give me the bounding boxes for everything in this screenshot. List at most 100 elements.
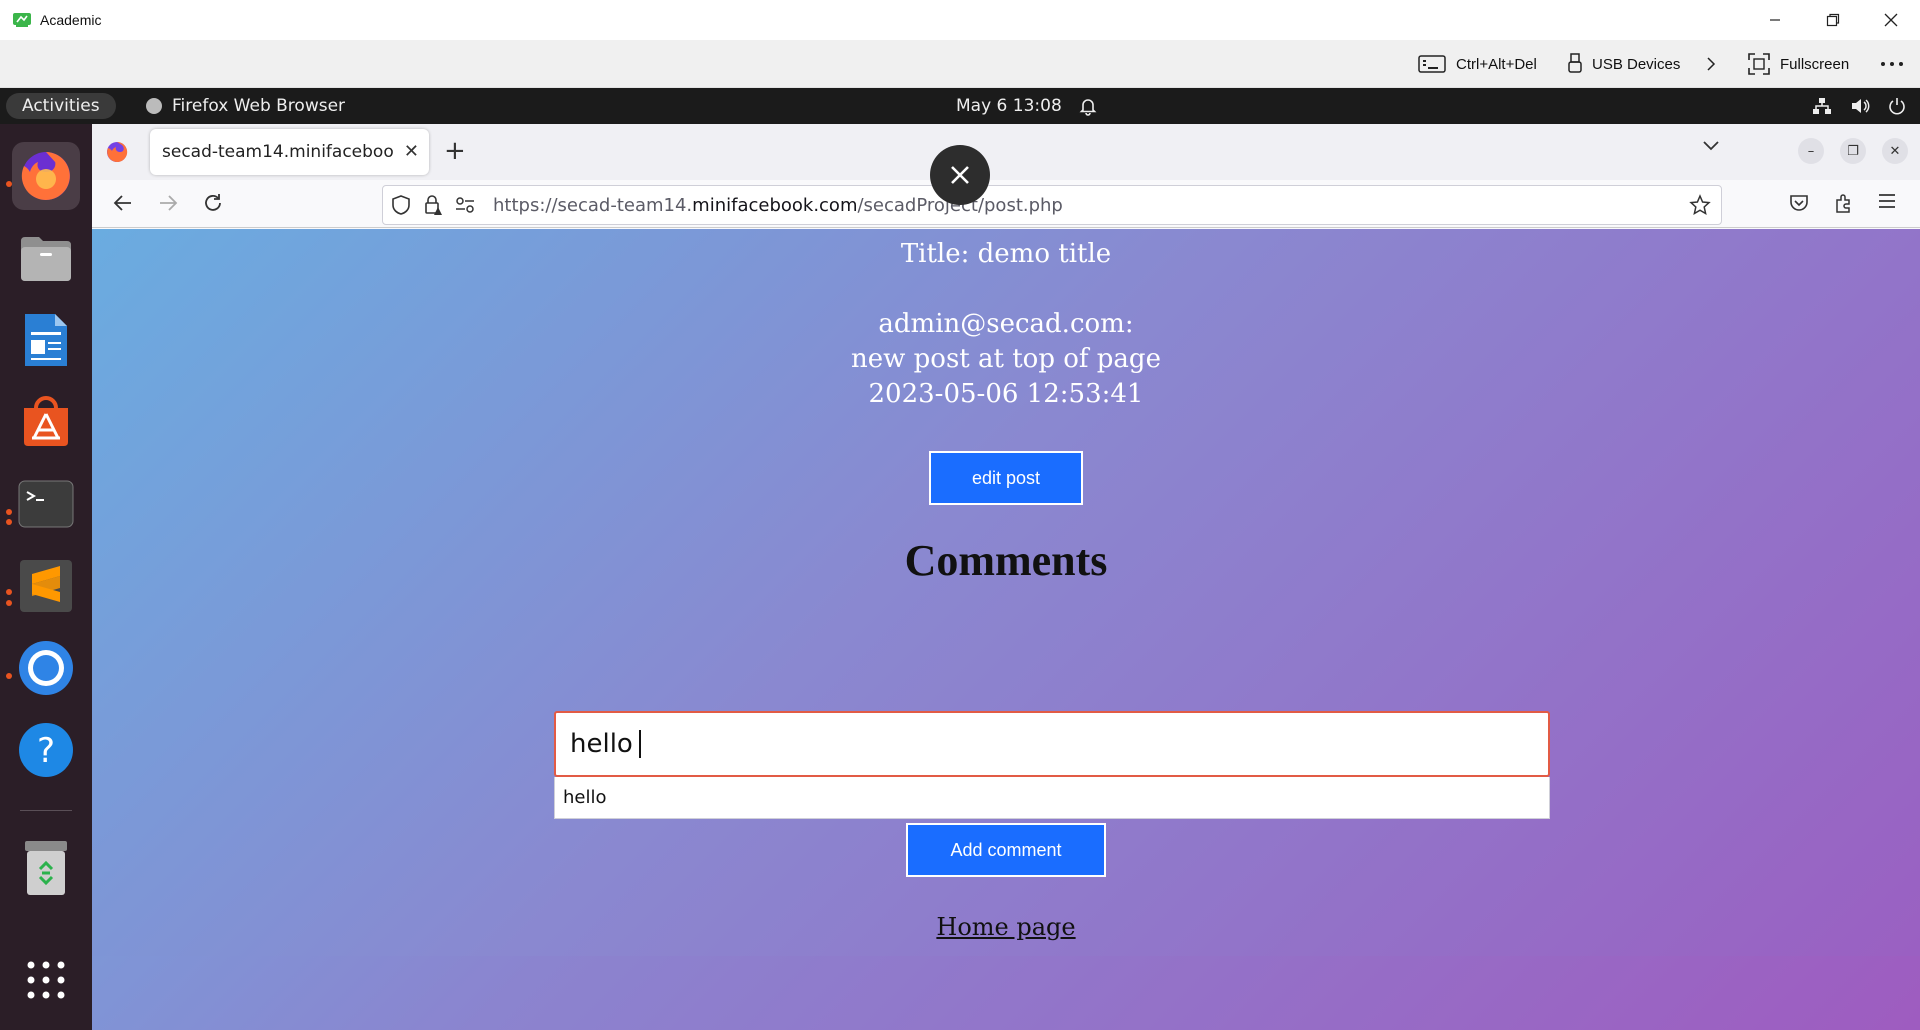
ctrl-alt-del-button[interactable]: Ctrl+Alt+Del (1418, 40, 1537, 88)
svg-text:?: ? (37, 731, 55, 771)
overlay-close-button[interactable] (930, 145, 990, 205)
volume-icon (1852, 99, 1870, 113)
app-menu-label: Firefox Web Browser (172, 96, 346, 116)
usb-icon (1568, 53, 1582, 73)
minimize-icon (1770, 19, 1780, 21)
post-body: new post at top of page (851, 344, 1161, 374)
pocket-icon[interactable] (1788, 192, 1810, 214)
ff-minimize-button[interactable]: – (1798, 138, 1824, 164)
firefox-view-icon[interactable] (106, 141, 128, 163)
show-apps-icon (27, 961, 65, 999)
ctrl-alt-del-label: Ctrl+Alt+Del (1456, 55, 1537, 73)
edit-post-button[interactable]: edit post (929, 451, 1083, 505)
ff-restore-button[interactable]: ❐ (1840, 138, 1866, 164)
writer-icon (25, 314, 67, 366)
tab-active[interactable]: secad-team14.minifacebook ✕ (150, 129, 429, 175)
add-comment-button[interactable]: Add comment (906, 823, 1106, 877)
shield-icon[interactable] (391, 194, 411, 216)
comment-input-value: hello (570, 729, 633, 759)
bell-icon[interactable] (1078, 96, 1098, 116)
close-icon (1884, 13, 1898, 27)
text-caret (638, 730, 641, 758)
close-window-button[interactable] (1862, 0, 1920, 40)
permissions-icon[interactable] (455, 197, 475, 213)
nav-bar: https://secad-team14.minifacebook.com/se… (92, 180, 1920, 228)
close-icon: ✕ (1889, 143, 1901, 159)
chromium-icon (19, 641, 73, 695)
list-all-tabs-icon[interactable] (1702, 140, 1720, 152)
system-tray[interactable] (1812, 88, 1906, 124)
usb-devices-label: USB Devices (1592, 55, 1681, 73)
fullscreen-icon (1748, 53, 1770, 75)
dock-app-center[interactable] (12, 388, 80, 456)
ff-close-button[interactable]: ✕ (1882, 138, 1908, 164)
terminal-icon (18, 480, 74, 528)
dock-help[interactable]: ? (12, 716, 80, 784)
clock[interactable]: May 6 13:08 (956, 88, 1062, 124)
app-menu[interactable]: Firefox Web Browser (146, 88, 345, 124)
dock-files[interactable] (12, 224, 80, 292)
host-titlebar: Academic (0, 0, 1920, 40)
autocomplete-suggestion[interactable]: hello (554, 777, 1550, 819)
post-author: admin@secad.com: (878, 309, 1134, 339)
comment-input[interactable]: hello (554, 711, 1550, 777)
reload-icon[interactable] (202, 192, 224, 214)
app-center-icon (24, 396, 68, 446)
keyboard-icon (1418, 55, 1446, 73)
page-viewport: Title: demo title admin@secad.com: new p… (92, 229, 1920, 1030)
restore-button[interactable] (1804, 0, 1862, 40)
fullscreen-button[interactable]: Fullscreen (1748, 40, 1849, 88)
dock-firefox[interactable] (12, 142, 80, 210)
post-date: 2023-05-06 12:53:41 (868, 379, 1144, 409)
chevron-right-icon (1707, 57, 1716, 71)
close-icon (951, 166, 969, 184)
hamburger-menu-icon[interactable] (1877, 192, 1897, 210)
help-icon: ? (19, 723, 73, 777)
restore-icon (1826, 13, 1840, 27)
bookmark-star-icon[interactable] (1689, 194, 1711, 216)
toolbar-more-chevron[interactable] (1705, 40, 1727, 88)
dock-trash[interactable] (12, 834, 80, 902)
sublime-text-icon (20, 560, 72, 612)
back-icon[interactable] (112, 192, 134, 214)
usb-devices-button[interactable]: USB Devices (1568, 40, 1680, 88)
tab-close-icon[interactable]: ✕ (404, 141, 419, 162)
new-tab-button[interactable]: + (444, 136, 466, 166)
forward-icon[interactable] (157, 192, 179, 214)
power-icon (1889, 98, 1905, 115)
dock-show-apps[interactable] (12, 946, 80, 1014)
gnome-top-bar: Activities Firefox Web Browser May 6 13:… (0, 88, 1920, 124)
firefox-icon (21, 152, 70, 200)
url-prefix: https://secad-team14. (493, 194, 693, 216)
network-icon (1813, 98, 1831, 114)
tab-bar: secad-team14.minifacebook ✕ + – ❐ ✕ (92, 124, 1920, 180)
dock: ? (0, 124, 92, 1030)
page-content: Title: demo title admin@secad.com: new p… (92, 229, 1920, 956)
more-options-button[interactable] (1880, 40, 1914, 88)
dock-sublime[interactable] (12, 552, 80, 620)
post-title: Title: demo title (900, 239, 1112, 269)
extensions-icon[interactable] (1833, 192, 1855, 214)
dock-separator (20, 810, 72, 811)
firefox-window: secad-team14.minifacebook ✕ + – ❐ ✕ http… (92, 124, 1920, 1030)
fullscreen-label: Fullscreen (1780, 55, 1850, 73)
minimize-button[interactable] (1746, 0, 1804, 40)
files-icon (21, 237, 71, 281)
host-toolbar: Ctrl+Alt+Del USB Devices Fullscreen (0, 40, 1920, 88)
tab-title: secad-team14.minifacebook (162, 142, 394, 162)
trash-icon (25, 841, 67, 895)
comments-heading: Comments (904, 536, 1108, 585)
academic-app-icon (13, 13, 31, 27)
lock-warning-icon[interactable] (423, 194, 443, 216)
activities-button[interactable]: Activities (6, 93, 116, 119)
dock-terminal[interactable] (12, 470, 80, 538)
host-window-title: Academic (40, 12, 102, 28)
restore-icon: ❐ (1847, 143, 1859, 159)
url-bar[interactable]: https://secad-team14.minifacebook.com/se… (382, 185, 1722, 225)
home-page-link[interactable]: Home page (92, 913, 1920, 941)
dock-writer[interactable] (12, 306, 80, 374)
dock-chromium[interactable] (12, 634, 80, 702)
minimize-icon: – (1807, 143, 1815, 159)
more-horizontal-icon (1881, 62, 1903, 66)
url-domain: minifacebook.com (692, 194, 858, 216)
